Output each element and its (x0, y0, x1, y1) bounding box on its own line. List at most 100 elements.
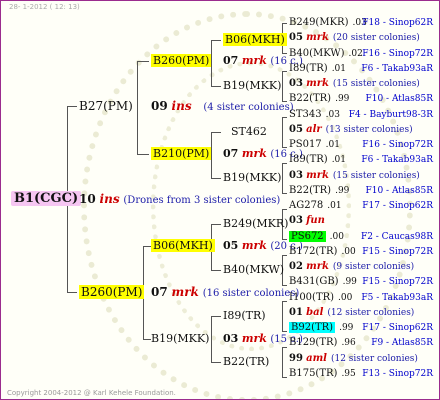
gen4-breeder: bal (306, 306, 324, 318)
gen4-colony: F13 - Sinop72R (362, 368, 433, 379)
connector (211, 40, 221, 41)
connector (211, 132, 221, 133)
gen4-name: B172(TR) (289, 245, 338, 257)
gen4-colony: F10 - Atlas85R (365, 94, 433, 105)
connector (282, 23, 287, 24)
gen4-note: (13 sister colonies) (325, 124, 413, 135)
gen4-yearcode: .99 (335, 94, 350, 105)
gen4-row: 05 mrk (20 sister colonies) (289, 31, 420, 45)
g3-5: B249(MKR) (223, 217, 289, 230)
g3-4: B19(MKK) (223, 171, 282, 184)
gen4-colony: F6 - Takab93aR (361, 63, 433, 74)
connector (137, 154, 149, 155)
gen4-row: 99 aml (12 sister colonies) (289, 352, 418, 366)
gen4-colony: F16 - Sinop72R (362, 140, 433, 150)
gen4-yearcode: .01 (327, 201, 342, 211)
gen4-note: (15 sister colonies) (332, 79, 420, 89)
connector (282, 347, 283, 377)
gen4-year: 01 (289, 306, 303, 318)
pedigree-page: 28- 1-2012 ( 12: 13) B1(CGC) 10 ins (Dro… (0, 0, 440, 400)
g3-7: I89(TR) (223, 309, 266, 322)
connector (282, 255, 287, 256)
gen4-name: ST343 (289, 108, 322, 120)
gen4-breeder: alr (306, 123, 322, 135)
gen4-row: 01 bal (12 sister colonies) (289, 306, 414, 320)
gen4-row: B431(GB) .99 (289, 275, 357, 289)
gen4-row: 03 mrk (15 sister colonies) (289, 169, 420, 183)
gen4-name: I89(TR) (289, 154, 328, 166)
gen4-row: 03 mrk (15 sister colonies) (289, 77, 420, 91)
gen4-colony: F9 - Atlas85R (371, 338, 433, 349)
gen4-year: 03 (289, 169, 303, 181)
connector (137, 61, 149, 62)
gen4-colony: F15 - Sinop72R (362, 277, 433, 288)
gen4-name: B249(MKR) (289, 17, 349, 28)
root-year-line: 10 ins (Drones from 3 sister colonies) (79, 192, 281, 206)
connector (211, 316, 221, 317)
gen4-breeder: mrk (306, 32, 329, 44)
gen4-name: PS017 (289, 139, 322, 150)
g2-2: B210(PM) (151, 147, 212, 160)
connector (143, 339, 151, 340)
dam-year-line: 07 mrk (16 sister colonies) (151, 285, 300, 299)
gen4-colony: F6 - Takab93aR (361, 155, 433, 166)
gen4-row: B22(TR) .99 (289, 92, 349, 106)
connector (282, 71, 283, 101)
gen4-name: B22(TR) (289, 93, 332, 105)
gen4-yearcode: .00 (329, 231, 344, 242)
gen4-row: B92(TR) .99 (289, 321, 353, 335)
connector (282, 209, 287, 210)
connector (67, 292, 77, 293)
connector (211, 270, 221, 271)
g3-2: B19(MKK) (223, 79, 282, 92)
gen4-row: I89(TR) .01 (289, 62, 346, 76)
gen4-row: B175(TR) .95 (289, 367, 356, 381)
gen4-year: 02 (289, 261, 303, 272)
gen4-row: ST343.03 (289, 108, 340, 122)
gen4-yearcode: .96 (341, 338, 356, 349)
connector (282, 117, 283, 147)
g2-1: B260(PM) (151, 54, 212, 67)
g2-4: B19(MKK) (151, 332, 210, 345)
gen4-year: 05 (289, 123, 303, 135)
gen4-note: (15 sister colonies) (332, 170, 420, 181)
g3-6: B40(MKW) (223, 263, 285, 276)
header-date: 28- 1-2012 ( 12: 13) (9, 3, 80, 11)
gen4-year: 05 (289, 32, 303, 44)
gen4-row: 03 fun (289, 214, 325, 228)
gen4-breeder: mrk (306, 78, 329, 89)
gen4-row: B129(TR) .96 (289, 336, 356, 350)
gen4-colony: F5 - Takab93aR (361, 292, 433, 303)
gen4-row: B249(MKR) .03 (289, 16, 367, 30)
gen4-yearcode: .00 (341, 246, 356, 257)
gen4-colony: F17 - Sinop62R (362, 201, 433, 211)
sire-year-line: 09 ins (4 sister colonies) (151, 99, 294, 113)
gen4-name: I89(TR) (289, 62, 328, 74)
g3-1: B06(MKH) (223, 33, 287, 46)
gen4-year: 99 (289, 352, 303, 364)
gen4-yearcode: .99 (339, 323, 354, 333)
gen4-yearcode: .01 (331, 63, 347, 74)
gen4-yearcode: .02 (348, 48, 363, 59)
gen4-row: PS017.01 (289, 138, 340, 152)
connector (211, 362, 221, 363)
gen4-name: B175(TR) (289, 367, 338, 379)
connector (143, 246, 151, 247)
gen4-breeder: mrk (306, 261, 329, 272)
gen4-breeder: fun (306, 215, 325, 227)
gen4-yearcode: .03 (325, 109, 340, 120)
connector (282, 301, 287, 302)
dam-name: B260(PM) (79, 285, 145, 299)
gen4-name: B22(TR) (289, 184, 332, 196)
connector (282, 117, 287, 118)
connector (282, 163, 287, 164)
gen4-colony: F15 - Sinop72R (362, 246, 433, 257)
gen4-yearcode: .01 (331, 155, 347, 166)
connector (282, 347, 287, 348)
gen4-colony: F2 - Caucas98R (360, 231, 433, 242)
gen4-colony: F4 - Bayburt98-3R (348, 109, 433, 120)
connector (211, 316, 212, 362)
gen4-note: (12 sister colonies) (330, 353, 418, 364)
gen4-year: 03 (289, 78, 303, 89)
g2-3: B06(MKH) (151, 239, 215, 252)
